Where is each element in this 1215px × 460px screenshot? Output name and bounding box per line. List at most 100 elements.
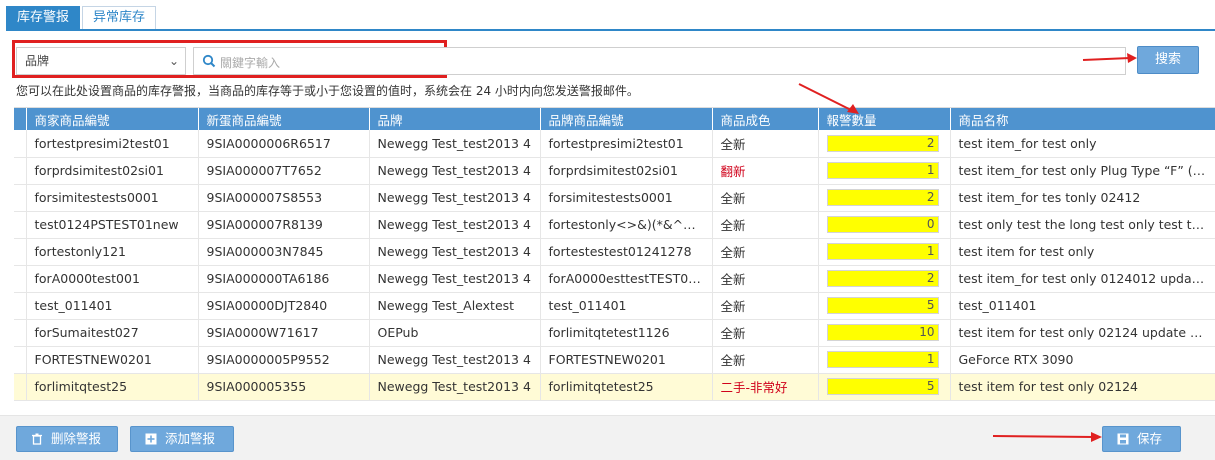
delete-alert-label: 删除警报: [51, 431, 102, 446]
cell-condition: 全新: [712, 319, 819, 347]
cell-alert-qty: 1: [818, 157, 951, 185]
alert-qty-input[interactable]: 10: [826, 324, 939, 341]
cell-condition: 全新: [712, 292, 819, 320]
plus-square-icon: [145, 433, 157, 445]
brand-select-value: 品牌: [25, 54, 50, 68]
cell-product-name: GeForce RTX 3090: [950, 346, 1215, 374]
cell-brand-no: forsimitestests0001: [540, 184, 713, 212]
add-alert-button[interactable]: 添加警报: [130, 426, 234, 452]
cell-brand-no: forlimitqtetest25: [540, 373, 713, 401]
alert-qty-input[interactable]: 1: [826, 243, 939, 260]
brand-select[interactable]: 品牌 ⌄: [16, 47, 186, 75]
cell-seller-no: forA0000test001: [26, 265, 199, 293]
table-row[interactable]: fortestonly121 9SIA000003N7845 Newegg Test…: [14, 238, 1215, 266]
add-alert-label: 添加警报: [165, 431, 216, 446]
col-brand-no[interactable]: 品牌商品編號: [540, 108, 713, 130]
alert-qty-input[interactable]: 5: [826, 378, 939, 395]
table-row[interactable]: test_011401 9SIA00000DJT2840 Newegg Test_A…: [14, 292, 1215, 320]
cell-seller-no: test0124PSTEST01new: [26, 211, 199, 239]
row-spacer: [14, 319, 27, 347]
chevron-down-icon: ⌄: [168, 54, 179, 68]
cell-seller-no: forlimitqtest25: [26, 373, 199, 401]
cell-alert-qty: 1: [818, 238, 951, 266]
alert-qty-input[interactable]: 1: [826, 162, 939, 179]
cell-brand: Newegg Test_test2013 4: [369, 238, 541, 266]
alert-qty-input[interactable]: 2: [826, 134, 939, 152]
cell-newegg-no: 9SIA000005355: [198, 373, 370, 401]
col-newegg-no[interactable]: 新蛋商品編號: [198, 108, 370, 130]
cell-newegg-no: 9SIA000000TA6186: [198, 265, 370, 293]
cell-alert-qty: 2: [818, 130, 951, 158]
annotation-arrow-qty: [798, 83, 859, 114]
search-input[interactable]: 關鍵字輸入: [193, 47, 1126, 75]
tab-inventory-alert[interactable]: 库存警报: [6, 6, 81, 30]
cell-seller-no: forsimitestests0001: [26, 184, 199, 212]
cell-brand-no: forlimitqtetest1126: [540, 319, 713, 347]
annotation-arrow-search: [1082, 53, 1137, 63]
cell-brand-no: forprdsimitest02si01: [540, 157, 713, 185]
tab-abnormal-inventory[interactable]: 异常库存: [82, 6, 157, 30]
table-row[interactable]: FORTESTNEW0201 9SIA0000005P9552 Newegg Tes…: [14, 346, 1215, 374]
row-spacer: [14, 346, 27, 374]
row-spacer: [14, 184, 27, 212]
cell-seller-no: FORTESTNEW0201: [26, 346, 199, 374]
cell-brand-no: fortestonly<>&)(*&^%$#@…: [540, 211, 713, 239]
header-spacer: [14, 108, 27, 130]
cell-product-name: test only test the long test only test t…: [950, 211, 1215, 239]
cell-brand: Newegg Test_test2013 4: [369, 184, 541, 212]
cell-newegg-no: 9SIA000007T7652: [198, 157, 370, 185]
cell-brand: Newegg Test_test2013 4: [369, 130, 541, 158]
cell-brand: Newegg Test_test2013 4: [369, 211, 541, 239]
cell-seller-no: fortestonly121: [26, 238, 199, 266]
search-button[interactable]: 搜索: [1137, 46, 1199, 74]
col-brand[interactable]: 品牌: [369, 108, 541, 130]
alert-qty-input[interactable]: 2: [826, 270, 939, 287]
cell-product-name: test item for test only 02124: [950, 373, 1215, 401]
cell-condition: 全新: [712, 130, 819, 158]
cell-brand: OEPub: [369, 319, 541, 347]
table-row[interactable]: forSumaitest027 9SIA0000W71617 OEPub forlim…: [14, 319, 1215, 347]
row-spacer: [14, 238, 27, 266]
cell-product-name: test item for test only 02124 update 006: [950, 319, 1215, 347]
search-placeholder: 關鍵字輸入: [220, 56, 281, 70]
cell-seller-no: test_011401: [26, 292, 199, 320]
cell-product-name: test item_for test only 0124012 update01…: [950, 265, 1215, 293]
cell-brand-no: forA0000esttestTEST00…: [540, 265, 713, 293]
cell-brand: Newegg Test_test2013 4: [369, 157, 541, 185]
cell-alert-qty: 10: [818, 319, 951, 347]
cell-brand: Newegg Test_test2013 4: [369, 265, 541, 293]
cell-brand-no: fortestestest01241278: [540, 238, 713, 266]
save-button[interactable]: 保存: [1102, 426, 1181, 452]
col-seller-no[interactable]: 商家商品編號: [26, 108, 199, 130]
table-row[interactable]: forlimitqtest25 9SIA000005355 Newegg Test_…: [14, 373, 1215, 401]
cell-seller-no: forSumaitest027: [26, 319, 199, 347]
cell-seller-no: forprdsimitest02si01: [26, 157, 199, 185]
alert-qty-input[interactable]: 0: [826, 216, 939, 233]
table-row[interactable]: forprdsimitest02si01 9SIA000007T7652 Neweg…: [14, 157, 1215, 185]
cell-brand-no: FORTESTNEW0201: [540, 346, 713, 374]
alert-qty-input[interactable]: 1: [826, 351, 939, 368]
row-spacer: [14, 157, 27, 185]
cell-condition: 二手-非常好: [712, 373, 819, 401]
cell-brand: Newegg Test_Alextest: [369, 292, 541, 320]
cell-brand: Newegg Test_test2013 4: [369, 373, 541, 401]
table-row[interactable]: test0124PSTEST01new 9SIA000007R8139 Newegg…: [14, 211, 1215, 239]
cell-condition: 全新: [712, 211, 819, 239]
cell-newegg-no: 9SIA0000006R6517: [198, 130, 370, 158]
table-row[interactable]: fortestpresimi2test01 9SIA0000006R6517 New…: [14, 130, 1215, 158]
cell-brand-no: fortestpresimi2test01: [540, 130, 713, 158]
cell-newegg-no: 9SIA000007R8139: [198, 211, 370, 239]
save-icon: [1117, 433, 1129, 445]
delete-alert-button[interactable]: 删除警报: [16, 426, 118, 452]
tab-underline: [6, 29, 1215, 31]
search-icon: [202, 54, 216, 68]
row-spacer: [14, 265, 27, 293]
cell-brand: Newegg Test_test2013 4: [369, 346, 541, 374]
col-product-name[interactable]: 商品名称: [950, 108, 1215, 130]
table-row[interactable]: forsimitestests0001 9SIA000007S8553 Newegg…: [14, 184, 1215, 212]
alert-qty-input[interactable]: 2: [826, 189, 939, 206]
alert-qty-input[interactable]: 5: [826, 297, 939, 314]
cell-product-name: test item_for test only: [950, 130, 1215, 158]
table-row[interactable]: forA0000test001 9SIA000000TA6186 Newegg Te…: [14, 265, 1215, 293]
cell-product-name: test item_for tes tonly 02412: [950, 184, 1215, 212]
